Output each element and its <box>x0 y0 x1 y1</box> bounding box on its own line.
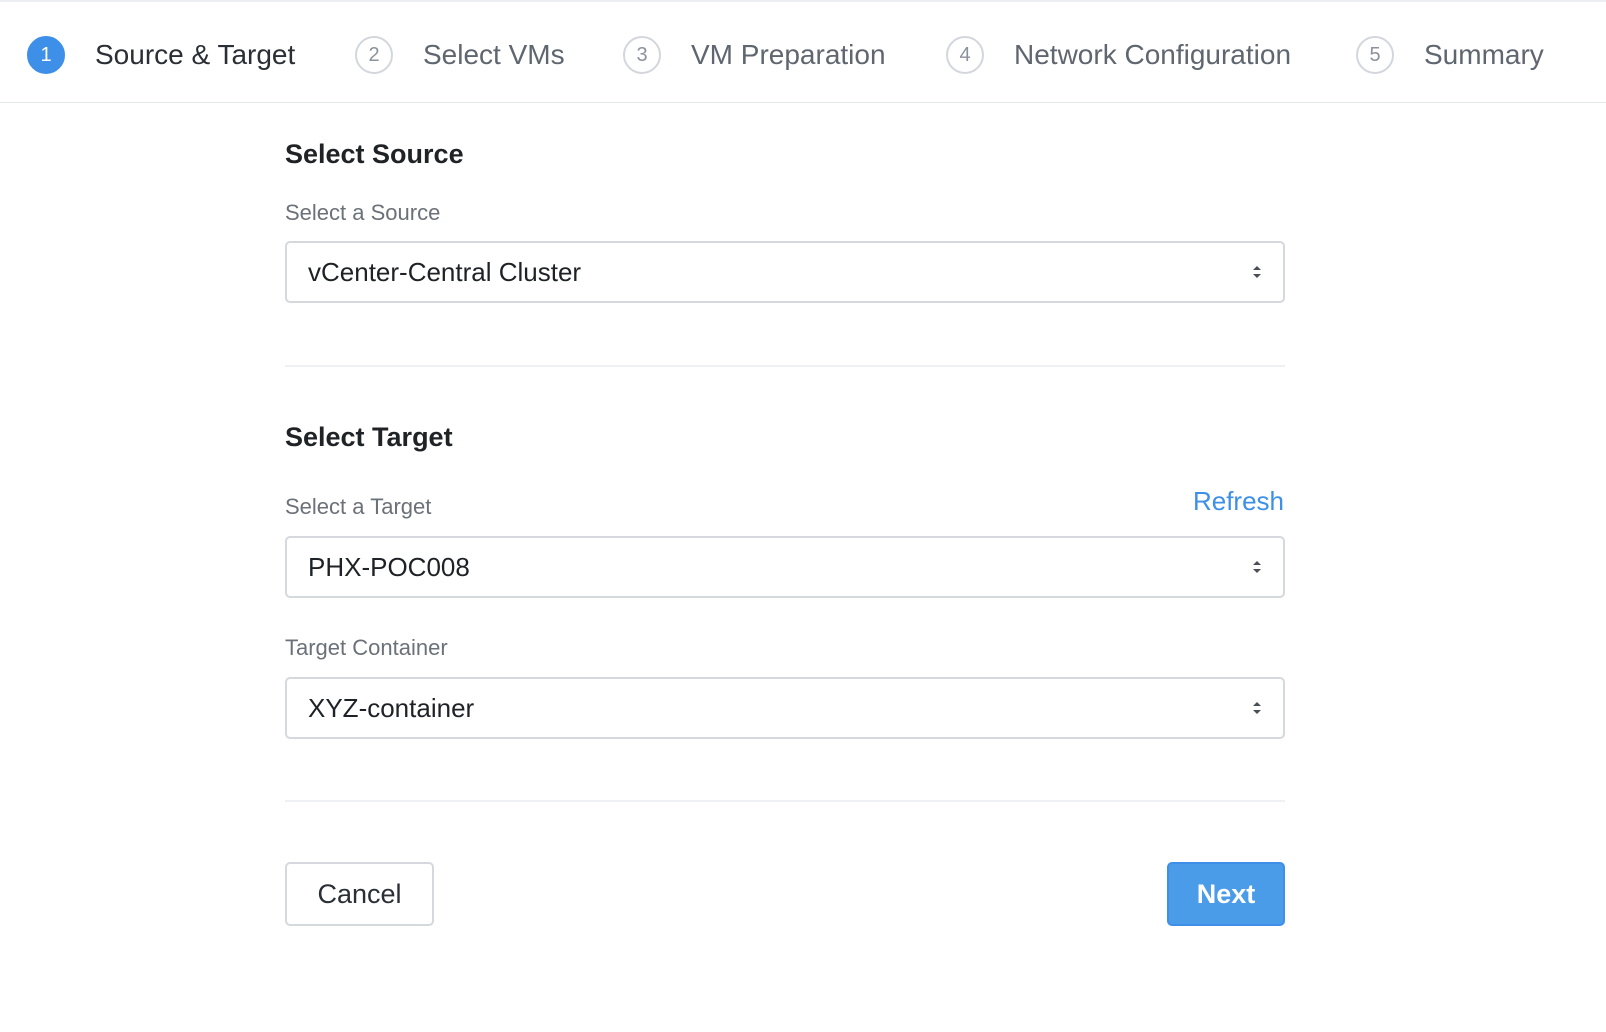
footer-divider <box>285 800 1285 802</box>
step-label: VM Preparation <box>691 39 886 70</box>
select-arrows-icon <box>1253 266 1261 278</box>
step-number: 1 <box>27 36 65 74</box>
step-number: 4 <box>946 36 984 74</box>
select-arrows-icon <box>1253 702 1261 714</box>
wizard-stepper: 1 Source & Target 2 Select VMs 3 VM Prep… <box>0 0 1606 103</box>
step-select-vms[interactable]: 2 Select VMs <box>355 32 565 78</box>
select-source-label: Select a Source <box>285 200 441 225</box>
target-container-label: Target Container <box>285 635 448 660</box>
source-select[interactable]: vCenter-Central Cluster <box>285 241 1285 303</box>
step-number: 2 <box>355 36 393 74</box>
target-container-select-value: XYZ-container <box>308 692 475 723</box>
target-select[interactable]: PHX-POC008 <box>285 536 1285 598</box>
step-vm-preparation[interactable]: 3 VM Preparation <box>623 32 886 78</box>
section-divider <box>285 365 1285 367</box>
source-select-value: vCenter-Central Cluster <box>308 256 582 287</box>
target-select-value: PHX-POC008 <box>308 551 470 582</box>
step-source-target[interactable]: 1 Source & Target <box>27 32 295 78</box>
step-label: Network Configuration <box>1014 39 1292 70</box>
step-label: Source & Target <box>95 39 296 70</box>
step-summary[interactable]: 5 Summary <box>1356 32 1544 78</box>
cancel-button[interactable]: Cancel <box>285 862 434 926</box>
target-container-select[interactable]: XYZ-container <box>285 677 1285 739</box>
step-label: Summary <box>1424 39 1544 70</box>
select-target-label: Select a Target <box>285 494 432 519</box>
select-target-heading: Select Target <box>285 422 453 452</box>
step-number: 3 <box>623 36 661 74</box>
refresh-link[interactable]: Refresh <box>1193 486 1284 517</box>
next-button[interactable]: Next <box>1167 862 1285 926</box>
select-source-heading: Select Source <box>285 139 464 169</box>
step-label: Select VMs <box>423 39 565 70</box>
select-arrows-icon <box>1253 561 1261 573</box>
migration-wizard: 1 Source & Target 2 Select VMs 3 VM Prep… <box>0 0 1606 1032</box>
step-number: 5 <box>1356 36 1394 74</box>
step-network-configuration[interactable]: 4 Network Configuration <box>946 32 1291 78</box>
